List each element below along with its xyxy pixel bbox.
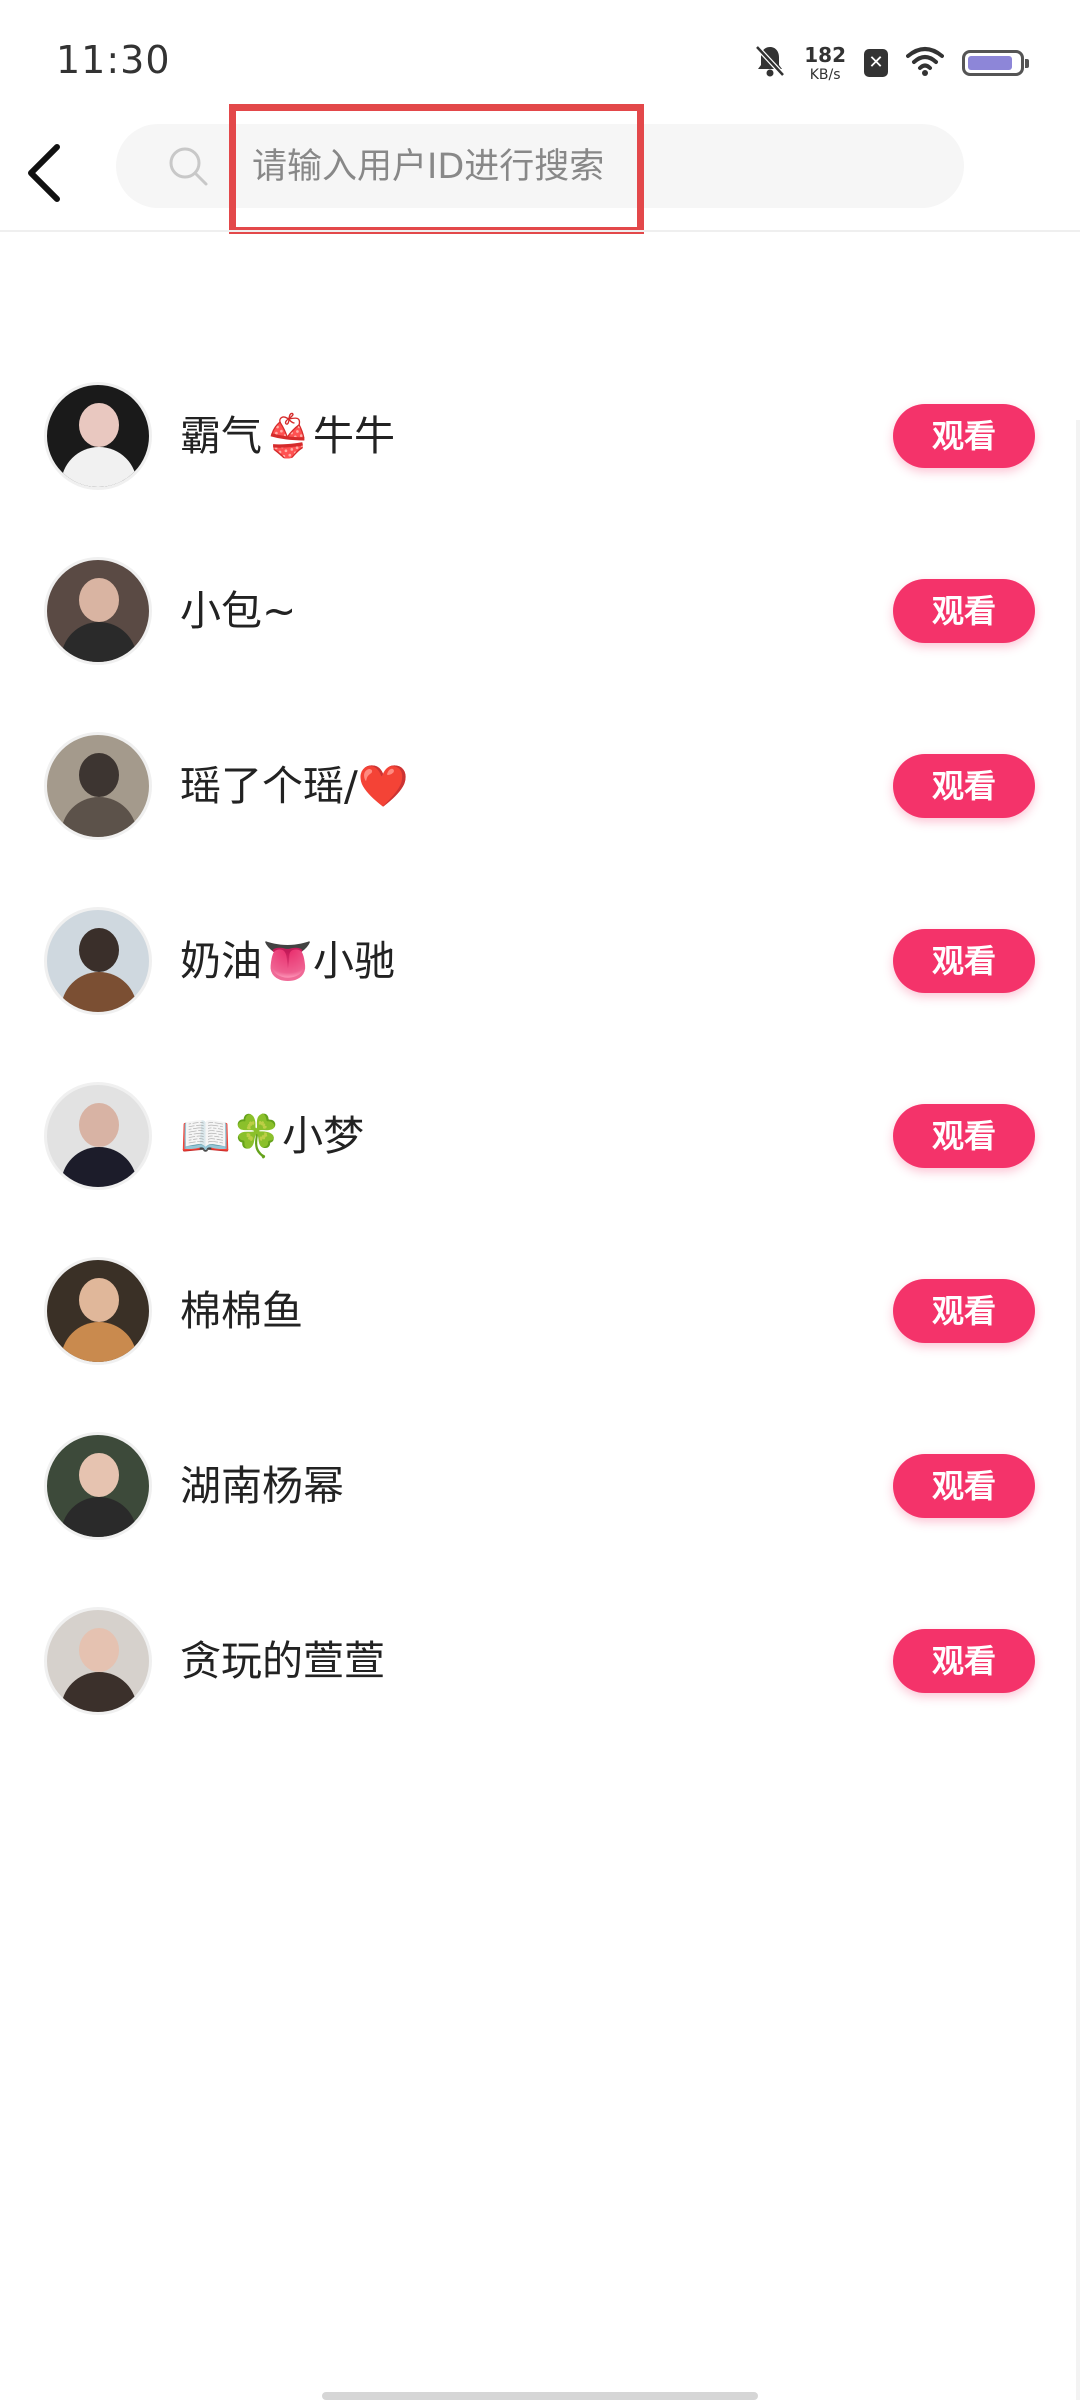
bell-muted-icon: [754, 44, 786, 82]
user-name: 棉棉鱼: [180, 1287, 303, 1335]
user-name: 瑶了个瑶/❤️: [180, 762, 409, 810]
watch-button[interactable]: 观看: [893, 1454, 1035, 1518]
battery-icon: [962, 50, 1029, 76]
chevron-left-icon: [28, 144, 60, 202]
avatar[interactable]: [44, 907, 152, 1015]
list-item[interactable]: 湖南杨幂 观看: [0, 1426, 1080, 1546]
watch-button[interactable]: 观看: [893, 754, 1035, 818]
status-bar: 11:30 182 KB/s ✕: [0, 0, 1080, 110]
net-speed-value: 182: [804, 42, 846, 67]
status-time: 11:30: [56, 38, 171, 82]
watch-button[interactable]: 观看: [893, 579, 1035, 643]
list-item[interactable]: 📖🍀小梦 观看: [0, 1076, 1080, 1196]
avatar[interactable]: [44, 557, 152, 665]
avatar[interactable]: [44, 732, 152, 840]
list-item[interactable]: 贪玩的萱萱 观看: [0, 1601, 1080, 1721]
user-name: 小包~: [180, 587, 297, 635]
scroll-track: [1076, 420, 1080, 2400]
user-name: 奶油👅小驰: [180, 937, 396, 985]
watch-button[interactable]: 观看: [893, 1104, 1035, 1168]
watch-button[interactable]: 观看: [893, 404, 1035, 468]
net-speed: 182 KB/s: [804, 45, 846, 82]
avatar[interactable]: [44, 1257, 152, 1365]
list-item[interactable]: 奶油👅小驰 观看: [0, 901, 1080, 1021]
status-icons: 182 KB/s ✕: [754, 38, 1029, 88]
watch-button[interactable]: 观看: [893, 929, 1035, 993]
watch-button[interactable]: 观看: [893, 1279, 1035, 1343]
list-item[interactable]: 霸气👙牛牛 观看: [0, 376, 1080, 496]
avatar[interactable]: [44, 1607, 152, 1715]
app-screen: 11:30 182 KB/s ✕ 请输入用户ID进行搜索 霸气👙牛牛 观看 小包…: [0, 0, 1080, 2408]
user-name: 贪玩的萱萱: [180, 1637, 385, 1685]
list-item[interactable]: 小包~ 观看: [0, 551, 1080, 671]
search-header: [0, 110, 1080, 230]
list-item[interactable]: 瑶了个瑶/❤️ 观看: [0, 726, 1080, 846]
wifi-icon: [906, 46, 944, 80]
user-name: 📖🍀小梦: [180, 1112, 365, 1160]
watch-button[interactable]: 观看: [893, 1629, 1035, 1693]
search-icon: [166, 144, 210, 188]
user-name: 湖南杨幂: [180, 1462, 344, 1510]
back-button[interactable]: [8, 128, 78, 218]
avatar[interactable]: [44, 1082, 152, 1190]
list-item[interactable]: 棉棉鱼 观看: [0, 1251, 1080, 1371]
net-speed-unit: KB/s: [809, 66, 841, 83]
user-id-search-input[interactable]: [250, 136, 934, 198]
sim-x-icon: ✕: [864, 49, 888, 77]
avatar[interactable]: [44, 382, 152, 490]
search-bar[interactable]: [116, 124, 964, 208]
user-name: 霸气👙牛牛: [180, 412, 396, 460]
header-divider: [0, 230, 1080, 232]
home-indicator[interactable]: [322, 2392, 758, 2400]
avatar[interactable]: [44, 1432, 152, 1540]
